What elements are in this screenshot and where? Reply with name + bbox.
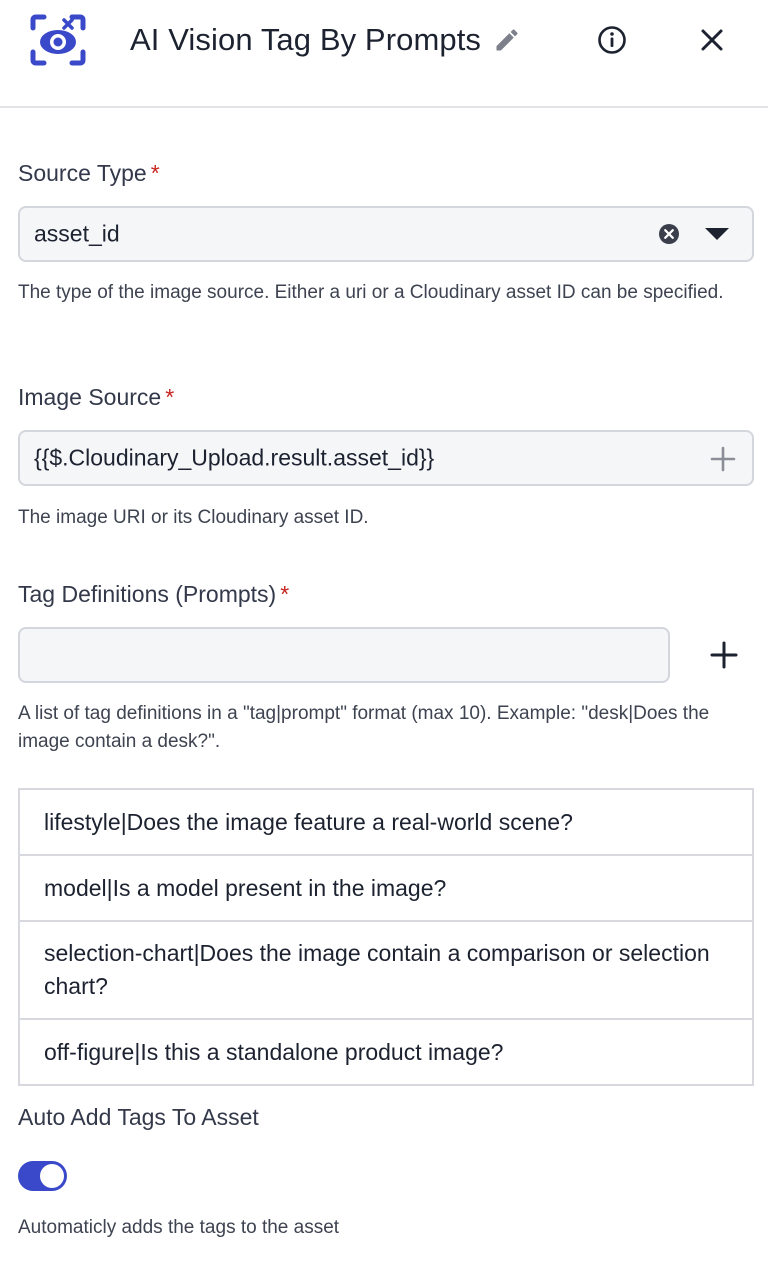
list-item-text: selection-chart|Does the image contain a… (44, 940, 710, 999)
close-icon[interactable] (698, 26, 726, 54)
chevron-down-icon[interactable] (704, 226, 730, 242)
pencil-icon[interactable] (493, 26, 521, 54)
plus-icon[interactable] (710, 446, 736, 472)
panel-header: AI Vision Tag By Prompts (0, 0, 768, 108)
panel-title: AI Vision Tag By Prompts (130, 22, 482, 57)
image-source-input[interactable]: {{$.Cloudinary_Upload.result.asset_id}} (18, 430, 754, 486)
eye-scan-logo-icon (30, 14, 86, 66)
source-type-label: Source Type * (18, 160, 160, 187)
source-type-select[interactable]: asset_id (18, 206, 754, 262)
tag-definitions-list: lifestyle|Does the image feature a real-… (18, 788, 754, 1086)
auto-add-label: Auto Add Tags To Asset (18, 1104, 259, 1130)
image-source-label: Image Source * (18, 384, 174, 411)
list-item-text: lifestyle|Does the image feature a real-… (44, 808, 573, 835)
list-item[interactable]: selection-chart|Does the image contain a… (20, 922, 752, 1020)
list-item[interactable]: model|Is a model present in the image? (20, 856, 752, 922)
source-type-help: The type of the image source. Either a u… (18, 282, 724, 303)
auto-add-help: Automaticly adds the tags to the asset (18, 1217, 340, 1238)
clear-icon[interactable] (658, 223, 680, 245)
title-group: AI Vision Tag By Prompts (130, 20, 521, 60)
required-marker: * (165, 384, 175, 410)
list-item-text: model|Is a model present in the image? (44, 874, 447, 901)
info-icon[interactable] (597, 25, 627, 55)
tag-definitions-label-text: Tag Definitions (Prompts) (18, 581, 277, 607)
image-source-label-text: Image Source (18, 384, 162, 410)
image-source-help: The image URI or its Cloudinary asset ID… (18, 507, 369, 528)
tag-definitions-help: A list of tag definitions in a "tag|prom… (18, 703, 710, 752)
source-type-label-text: Source Type (18, 160, 147, 186)
required-marker: * (280, 581, 290, 607)
tag-definitions-label: Tag Definitions (Prompts) * (18, 581, 289, 608)
list-item[interactable]: lifestyle|Does the image feature a real-… (20, 790, 752, 856)
list-item[interactable]: off-figure|Is this a standalone product … (20, 1020, 752, 1084)
tag-definition-input[interactable] (18, 627, 670, 683)
auto-add-toggle[interactable] (18, 1161, 67, 1191)
list-item-text: off-figure|Is this a standalone product … (44, 1038, 504, 1065)
required-marker: * (150, 160, 160, 186)
image-source-value: {{$.Cloudinary_Upload.result.asset_id}} (34, 444, 435, 471)
add-tag-definition-icon[interactable] (710, 641, 738, 669)
source-type-value: asset_id (34, 220, 120, 247)
toggle-knob (40, 1164, 64, 1188)
